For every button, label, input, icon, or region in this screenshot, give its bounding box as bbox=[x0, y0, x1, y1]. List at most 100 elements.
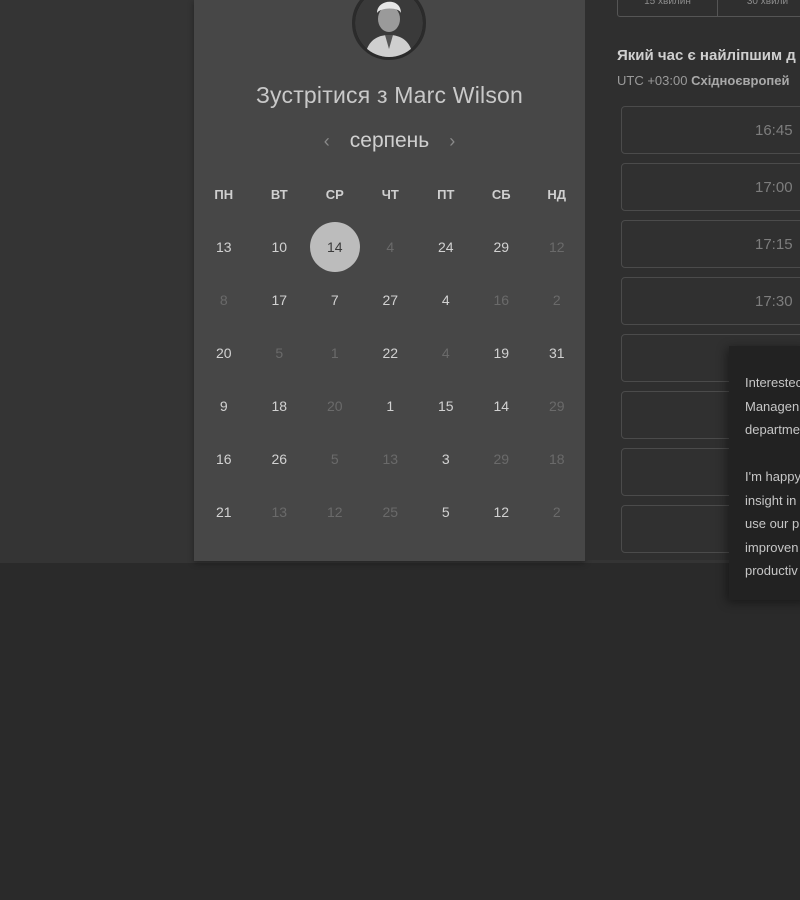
month-navigation: ‹ серпень › bbox=[194, 126, 585, 156]
calendar-day[interactable]: 15 bbox=[418, 379, 474, 432]
calendar-day: 5 bbox=[252, 326, 308, 379]
calendar-day[interactable]: 16 bbox=[196, 432, 252, 485]
weekday-label: СР bbox=[325, 187, 344, 202]
calendar-day[interactable]: 10 bbox=[252, 220, 308, 273]
calendar-day: 29 bbox=[474, 432, 530, 485]
weekday-label: НД bbox=[547, 187, 567, 202]
time-question-heading: Який час є найліпшим д bbox=[617, 47, 796, 64]
calendar-day: 13 bbox=[363, 432, 419, 485]
calendar-day: 5 bbox=[307, 432, 363, 485]
calendar-day-number: 5 bbox=[330, 450, 339, 467]
calendar-day-number: 29 bbox=[493, 450, 510, 467]
calendar-panel: Зустрітися з Marc Wilson ‹ серпень › ПН … bbox=[194, 0, 585, 561]
calendar-day: 2 bbox=[529, 273, 585, 326]
popover-text-line: insight in bbox=[745, 493, 797, 508]
calendar-day-number: 9 bbox=[219, 397, 228, 414]
calendar-day[interactable]: 21 bbox=[196, 485, 252, 538]
meeting-title: Зустрітися з Marc Wilson bbox=[255, 82, 524, 108]
timezone-selector[interactable]: UTC +03:00 Східноєвропей bbox=[617, 73, 789, 88]
duration-tab-30[interactable]: 30 хвили bbox=[718, 0, 800, 16]
calendar-day-number: 3 bbox=[441, 450, 450, 467]
calendar-day: 18 bbox=[529, 432, 585, 485]
calendar-day-number: 19 bbox=[493, 344, 510, 361]
calendar-day-number: 1 bbox=[386, 397, 395, 414]
next-month-chevron-right-icon[interactable]: › bbox=[443, 131, 461, 152]
weekday-label: ВТ bbox=[270, 187, 288, 202]
calendar-day-number: 12 bbox=[548, 238, 565, 255]
duration-tabs: 15 хвилин 30 хвили bbox=[617, 0, 800, 17]
calendar-day[interactable]: 1 bbox=[363, 379, 419, 432]
calendar-day[interactable]: 22 bbox=[363, 326, 419, 379]
calendar-day-number: 18 bbox=[271, 397, 288, 414]
calendar-day-number: 13 bbox=[215, 238, 232, 255]
calendar-day: 4 bbox=[363, 220, 419, 273]
time-slot-button[interactable]: 16:45 bbox=[621, 106, 800, 154]
calendar-day[interactable]: 5 bbox=[418, 485, 474, 538]
calendar-day-number: 14 bbox=[493, 397, 510, 414]
calendar-day-number: 29 bbox=[548, 397, 565, 414]
calendar-day-number: 18 bbox=[548, 450, 565, 467]
previous-month-chevron-left-icon[interactable]: ‹ bbox=[318, 131, 336, 152]
popover-text-line: improven bbox=[745, 540, 799, 555]
page-overlay-dim bbox=[0, 563, 800, 900]
time-slot-button[interactable]: 17:15 bbox=[621, 220, 800, 268]
calendar-day-number: 12 bbox=[493, 503, 510, 520]
calendar-day: 12 bbox=[307, 485, 363, 538]
calendar-day[interactable]: 12 bbox=[474, 485, 530, 538]
calendar-day-number: 31 bbox=[548, 344, 565, 361]
calendar-day-number: 10 bbox=[271, 238, 288, 255]
weekday-header: ПН ВТ СР ЧТ ПТ СБ НД bbox=[196, 183, 585, 207]
calendar-day[interactable]: 17 bbox=[252, 273, 308, 326]
popover-text-line: productiv bbox=[745, 563, 798, 578]
time-slot-button[interactable]: 17:00 bbox=[621, 163, 800, 211]
calendar-day: 13 bbox=[252, 485, 308, 538]
calendar-day[interactable]: 13 bbox=[196, 220, 252, 273]
popover-text-line: departme bbox=[745, 422, 800, 437]
calendar-day-number: 17 bbox=[271, 291, 288, 308]
calendar-day-selected[interactable]: 14 bbox=[307, 220, 363, 273]
calendar-day-number: 26 bbox=[271, 450, 288, 467]
popover-text-line: Managen bbox=[745, 399, 800, 414]
weekday-label: ЧТ bbox=[381, 187, 399, 202]
calendar-day-number: 8 bbox=[219, 291, 228, 308]
timezone-offset: UTC +03:00 bbox=[617, 73, 688, 88]
calendar-day: 1 bbox=[307, 326, 363, 379]
duration-tab-15[interactable]: 15 хвилин bbox=[618, 0, 718, 16]
calendar-day[interactable]: 31 bbox=[529, 326, 585, 379]
host-avatar bbox=[352, 0, 426, 60]
calendar-day: 2 bbox=[529, 485, 585, 538]
calendar-day-number: 25 bbox=[382, 503, 399, 520]
time-slot-button[interactable]: 17:30 bbox=[621, 277, 800, 325]
calendar-day[interactable]: 3 bbox=[418, 432, 474, 485]
calendar-day[interactable]: 24 bbox=[418, 220, 474, 273]
calendar-day[interactable]: 27 bbox=[363, 273, 419, 326]
calendar-day-number: 16 bbox=[215, 450, 232, 467]
calendar-day-number: 5 bbox=[441, 503, 450, 520]
calendar-day-number: 27 bbox=[382, 291, 399, 308]
calendar-day-number: 13 bbox=[271, 503, 288, 520]
calendar-day-number: 15 bbox=[437, 397, 454, 414]
calendar-day[interactable]: 4 bbox=[418, 273, 474, 326]
calendar-day-number: 4 bbox=[441, 291, 450, 308]
calendar-day[interactable]: 9 bbox=[196, 379, 252, 432]
calendar-day-number: 13 bbox=[382, 450, 399, 467]
calendar-day[interactable]: 29 bbox=[474, 220, 530, 273]
calendar-day[interactable]: 19 bbox=[474, 326, 530, 379]
calendar-day[interactable]: 20 bbox=[196, 326, 252, 379]
calendar-day-number: 22 bbox=[382, 344, 399, 361]
weekday-label: ПН bbox=[214, 187, 234, 202]
weekday-label: ПТ bbox=[437, 187, 455, 202]
calendar-day-number: 2 bbox=[552, 291, 561, 308]
calendar-day-number: 1 bbox=[330, 344, 339, 361]
host-description-popover: Interestec Managen departme I'm happy insigh… bbox=[729, 346, 800, 600]
calendar-day-number: 4 bbox=[441, 344, 450, 361]
calendar-day[interactable]: 7 bbox=[307, 273, 363, 326]
calendar-day-number: 14 bbox=[309, 221, 360, 272]
calendar-day[interactable]: 18 bbox=[252, 379, 308, 432]
calendar-day[interactable]: 14 bbox=[474, 379, 530, 432]
calendar-day: 4 bbox=[418, 326, 474, 379]
calendar-day-number: 2 bbox=[552, 503, 561, 520]
calendar-day: 8 bbox=[196, 273, 252, 326]
calendar-day-number: 4 bbox=[386, 238, 395, 255]
calendar-day[interactable]: 26 bbox=[252, 432, 308, 485]
